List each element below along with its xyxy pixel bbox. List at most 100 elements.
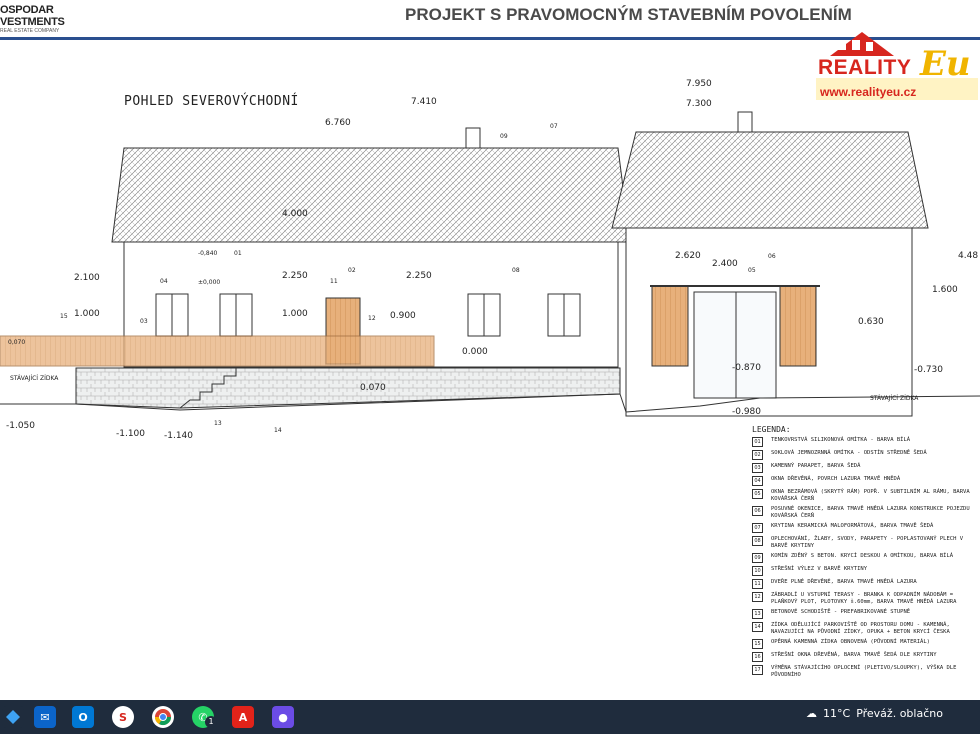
legend: LEGENDA: 01 TENKOVRSTVÁ SILIKONOVÁ OMÍTKA… [752,425,980,682]
height-label: 4.48 [958,251,978,261]
tag: 11 [330,278,338,285]
terrace-railing [0,335,435,367]
weather-text: Převáž. oblačno [856,707,943,720]
weather-widget[interactable]: ☁ 11°C Převáž. oblačno [806,707,943,720]
legend-item-number: 09 [752,553,763,563]
legend-item-text: STŘEŠNÍ OKNA DŘEVĚNÁ, BARVA TMAVĚ ŠEDÁ D… [771,652,937,658]
outlook-icon[interactable]: ✉ [34,706,56,728]
company-name-line2: VESTMENTS [0,16,65,28]
height-label: -0.730 [914,365,943,375]
acrobat-icon[interactable]: A [232,706,254,728]
legend-item-number: 05 [752,489,763,499]
legend-item: 08 OPLECHOVÁNÍ, ŽLABY, SVODY, PARAPETY - … [752,536,980,550]
height-label: 2.400 [712,259,738,269]
height-label: 6.760 [325,118,351,128]
company-name-line1: OSPODAR [0,4,54,16]
whatsapp-badge: 1 [205,716,217,728]
legend-item-text: TENKOVRSTVÁ SILIKONOVÁ OMÍTKA - BARVA BÍ… [771,437,911,443]
legend-item: 09 KOMÍN ZDĚNÝ S BETON. KRYCÍ DESKOU A OM… [752,553,980,563]
chimney-left [465,127,481,149]
slack-icon[interactable]: S [112,706,134,728]
legend-item: 10 STŘEŠNÍ VÝLEZ V BARVĚ KRYTINY [752,566,980,576]
legend-item-text: KRYTINA KERAMICKÁ MALOFORMÁTOVÁ, BARVA T… [771,523,934,529]
tag: 09 [500,133,508,140]
legend-item-number: 01 [752,437,763,447]
legend-item-number: 17 [752,665,763,675]
small-label: -0,840 [198,250,218,257]
legend-title: LEGENDA: [752,425,791,434]
company-logo: OSPODAR VESTMENTS REAL ESTATE COMPANY [0,4,65,34]
legend-item-number: 13 [752,609,763,619]
legend-item: 04 OKNA DŘEVĚNÁ, POVRCH LAZURA TMAVĚ HNĚD… [752,476,980,486]
height-label: -0.870 [732,363,761,373]
legend-item: 14 ZÍDKA ODĚLUJÍCÍ PARKOVIŠTĚ OD PROSTORU… [752,622,980,636]
height-label: -0.980 [732,407,761,417]
project-title: PROJEKT S PRAVOMOCNÝM STAVEBNÍM POVOLENÍ… [405,5,852,24]
sliding-shutter-left [651,285,689,367]
legend-item-text: SOKLOVÁ JEMNOZRNNÁ OMÍTKA - ODSTÍN STŘED… [771,450,927,456]
chrome-icon[interactable] [152,706,174,728]
height-label: -1.140 [164,431,193,441]
tag: 07 [550,123,558,130]
windows-start-icon[interactable] [2,706,24,728]
legend-item: 07 KRYTINA KERAMICKÁ MALOFORMÁTOVÁ, BARVA… [752,523,980,533]
legend-item: 03 KAMENNÝ PARAPET, BARVA ŠEDÁ [752,463,980,473]
sliding-shutter-right [779,285,817,367]
legend-item-text: KOMÍN ZDĚNÝ S BETON. KRYCÍ DESKOU A OMÍT… [771,553,954,559]
height-label: 0.900 [390,311,416,321]
tag: 08 [512,267,520,274]
height-label: 2.100 [74,273,100,283]
left-roof [111,147,631,243]
height-label: -1.050 [6,421,35,431]
legend-item: 16 STŘEŠNÍ OKNA DŘEVĚNÁ, BARVA TMAVĚ ŠEDÁ… [752,652,980,662]
legend-item-text: DVEŘE PLNÉ DŘEVĚNÉ, BARVA TMAVĚ HNĚDÁ LA… [771,579,917,585]
legend-item-number: 11 [752,579,763,589]
legend-item-text: OPĚRNÁ KAMENNÁ ZÍDKA OBNOVENÁ (PŮVODNÍ M… [771,639,930,645]
height-label: 1.000 [282,309,308,319]
cloud-icon: ☁ [806,707,817,720]
legend-item-number: 10 [752,566,763,576]
legend-item-text: OPLECHOVÁNÍ, ŽLABY, SVODY, PARAPETY - PO… [771,536,964,549]
legend-item-text: KAMENNÝ PARAPET, BARVA ŠEDÁ [771,463,861,469]
mail-icon[interactable]: O [72,706,94,728]
legend-item: 17 VÝMĚNA STÁVAJÍCÍHO OPLOCENÍ (PLETIVO/S… [752,665,980,679]
paint-icon[interactable]: ● [272,706,294,728]
legend-item: 06 POSUVNÉ OKENICE, BARVA TMAVĚ HNĚDÁ LAZ… [752,506,980,520]
legend-item: 13 BETONOVÉ SCHODIŠTĚ - PREFABRIKOVANÉ ST… [752,609,980,619]
legend-item-text: OKNA DŘEVĚNÁ, POVRCH LAZURA TMAVĚ HNĚDÁ [771,476,901,482]
height-label: 0.630 [858,317,884,327]
right-roof [611,131,929,229]
legend-item-number: 03 [752,463,763,473]
chimney-right [737,111,753,133]
tag: 01 [234,250,242,257]
legend-item-number: 06 [752,506,763,516]
legend-item: 02 SOKLOVÁ JEMNOZRNNÁ OMÍTKA - ODSTÍN STŘ… [752,450,980,460]
small-label: 0,070 [8,339,25,346]
small-label: ±0,000 [198,279,220,286]
temperature: 11°C [823,707,851,720]
zidka-label: STÁVAJÍCÍ ZÍDKA [10,375,59,382]
height-label: 0.070 [360,383,386,393]
legend-item-number: 04 [752,476,763,486]
tag: 12 [368,315,376,322]
legend-item-text: VÝMĚNA STÁVAJÍCÍHO OPLOCENÍ (PLETIVO/SLO… [771,665,957,678]
tag: 05 [748,267,756,274]
height-label: -1.100 [116,429,145,439]
legend-item-number: 14 [752,622,763,632]
glazing [693,291,777,399]
height-label: 2.620 [675,251,701,261]
legend-item-text: STŘEŠNÍ VÝLEZ V BARVĚ KRYTINY [771,566,868,572]
tag: 03 [140,318,148,325]
legend-item-number: 12 [752,592,763,602]
legend-item-text: ZÍDKA ODĚLUJÍCÍ PARKOVIŠTĚ OD PROSTORU D… [771,622,950,635]
stone-wall [75,367,621,409]
legend-item: 15 OPĚRNÁ KAMENNÁ ZÍDKA OBNOVENÁ (PŮVODNÍ… [752,639,980,649]
legend-item: 05 OKNA BEZRÁMOVÁ (SKRYTÝ RÁM) POPŘ. V SU… [752,489,980,503]
height-label: 2.250 [282,271,308,281]
tag: 04 [160,278,168,285]
height-label: 7.950 [686,79,712,89]
legend-item-text: OKNA BEZRÁMOVÁ (SKRYTÝ RÁM) POPŘ. V SUBT… [771,489,970,502]
tag: 06 [768,253,776,260]
legend-item-number: 07 [752,523,763,533]
tag: 14 [274,427,282,434]
